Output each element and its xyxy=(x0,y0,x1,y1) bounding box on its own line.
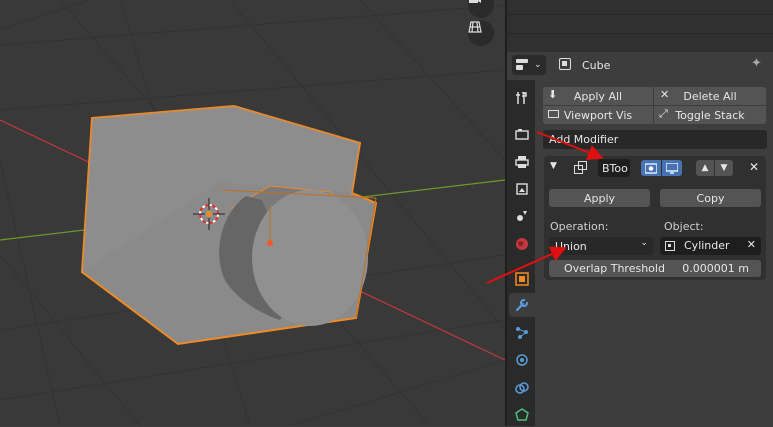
add-modifier-dropdown[interactable]: Add Modifier xyxy=(543,130,767,149)
object-icon xyxy=(665,241,675,251)
delete-all-label: Delete All xyxy=(683,89,737,103)
wrench-icon xyxy=(515,298,529,312)
scene-icon xyxy=(517,211,527,221)
render-camera-icon xyxy=(645,162,657,174)
world-icon xyxy=(516,238,528,250)
collapse-triangle-icon[interactable]: ▼ xyxy=(550,161,557,171)
tab-tool[interactable] xyxy=(510,86,534,110)
monitor-icon xyxy=(548,110,559,118)
physics-icon xyxy=(516,354,528,366)
operation-value: Union xyxy=(555,239,587,253)
tab-scene[interactable] xyxy=(510,204,534,228)
object-name-label: Cube xyxy=(582,59,611,72)
close-icon: ✕ xyxy=(660,88,670,101)
monitor-icon xyxy=(666,162,678,174)
viewport-vis-label: Viewport Vis xyxy=(563,108,633,122)
apply-all-label: Apply All xyxy=(573,89,623,103)
overlap-threshold-field[interactable]: Overlap Threshold 0.000001 m xyxy=(549,260,761,277)
tab-view-layer[interactable] xyxy=(510,177,534,201)
copy-button[interactable]: Copy xyxy=(660,189,761,207)
operation-label: Operation: xyxy=(550,220,609,233)
object-label: Object: xyxy=(664,220,704,233)
tab-modifiers[interactable] xyxy=(509,293,535,317)
editor-type-dropdown[interactable]: ⌄ xyxy=(512,55,546,75)
apply-button[interactable]: Apply xyxy=(549,189,650,207)
add-modifier-label: Add Modifier xyxy=(549,133,619,146)
chevron-down-icon: ⌄ xyxy=(640,238,648,248)
show-in-viewport-toggle[interactable] xyxy=(662,160,682,176)
properties-editor: ⌄ Cube ✦ ⬇ Apply All ✕ Delete All Viewpo… xyxy=(507,52,773,426)
arrow-up-icon: ▲ xyxy=(701,163,709,173)
properties-header: ⌄ Cube ✦ xyxy=(507,52,773,80)
move-up-button[interactable]: ▲ xyxy=(696,160,714,176)
properties-tabs xyxy=(507,80,535,426)
render-icon xyxy=(515,129,529,140)
modifier-name-value: BToo xyxy=(602,161,628,175)
overlap-threshold-label: Overlap Threshold xyxy=(564,262,665,275)
tool-icon xyxy=(516,92,527,104)
object-data-icon xyxy=(559,58,571,70)
tab-world[interactable] xyxy=(510,232,534,256)
outliner-area xyxy=(507,0,773,52)
grid-icon xyxy=(468,21,482,33)
apply-all-button[interactable]: ⬇ Apply All xyxy=(543,87,653,105)
cylinder-cap xyxy=(252,190,368,326)
editor-type-icon xyxy=(516,59,528,70)
modifier-name-field[interactable]: BToo xyxy=(598,159,630,177)
delete-all-button[interactable]: ✕ Delete All xyxy=(654,87,766,105)
tab-render[interactable] xyxy=(510,122,534,146)
view-layer-icon xyxy=(516,183,528,195)
tab-output[interactable] xyxy=(510,150,534,174)
boolean-modifier-icon xyxy=(574,161,587,174)
object-field[interactable]: Cylinder ✕ xyxy=(660,237,761,255)
constraints-icon xyxy=(515,382,529,394)
3d-viewport[interactable] xyxy=(0,0,505,426)
boolean-modifier-panel: ▼ BToo ▲ ▼ ✕ Apply Copy Operation: Objec… xyxy=(544,156,766,280)
toggle-stack-button[interactable]: ⤢ Toggle Stack xyxy=(654,106,766,124)
viewport-vis-button[interactable]: Viewport Vis xyxy=(543,106,653,124)
arrow-down-icon: ▼ xyxy=(720,163,728,173)
toggle-stack-label: Toggle Stack xyxy=(675,108,745,122)
show-in-render-toggle[interactable] xyxy=(641,160,661,176)
camera-icon xyxy=(469,0,481,3)
overlap-threshold-value: 0.000001 m xyxy=(682,262,749,275)
expand-icon: ⤢ xyxy=(659,107,668,120)
remove-modifier-icon[interactable]: ✕ xyxy=(749,160,759,174)
tab-physics[interactable] xyxy=(510,348,534,372)
apply-label: Apply xyxy=(583,191,616,205)
tab-particles[interactable] xyxy=(510,321,534,345)
tab-object[interactable] xyxy=(510,267,534,291)
copy-label: Copy xyxy=(696,191,725,205)
tab-data[interactable] xyxy=(510,403,534,427)
download-icon: ⬇ xyxy=(548,88,558,101)
tab-constraints[interactable] xyxy=(510,376,534,400)
object-value: Cylinder xyxy=(684,239,730,252)
output-icon xyxy=(515,156,529,168)
particles-icon xyxy=(516,327,528,339)
clear-object-icon[interactable]: ✕ xyxy=(747,238,756,251)
viewport-scene xyxy=(0,0,505,426)
move-down-button[interactable]: ▼ xyxy=(715,160,733,176)
orthographic-toggle-button[interactable] xyxy=(468,20,494,46)
data-icon xyxy=(515,408,529,421)
object-icon xyxy=(515,272,529,286)
operation-dropdown[interactable]: Union ⌄ xyxy=(549,237,653,255)
pin-icon[interactable]: ✦ xyxy=(751,56,762,71)
